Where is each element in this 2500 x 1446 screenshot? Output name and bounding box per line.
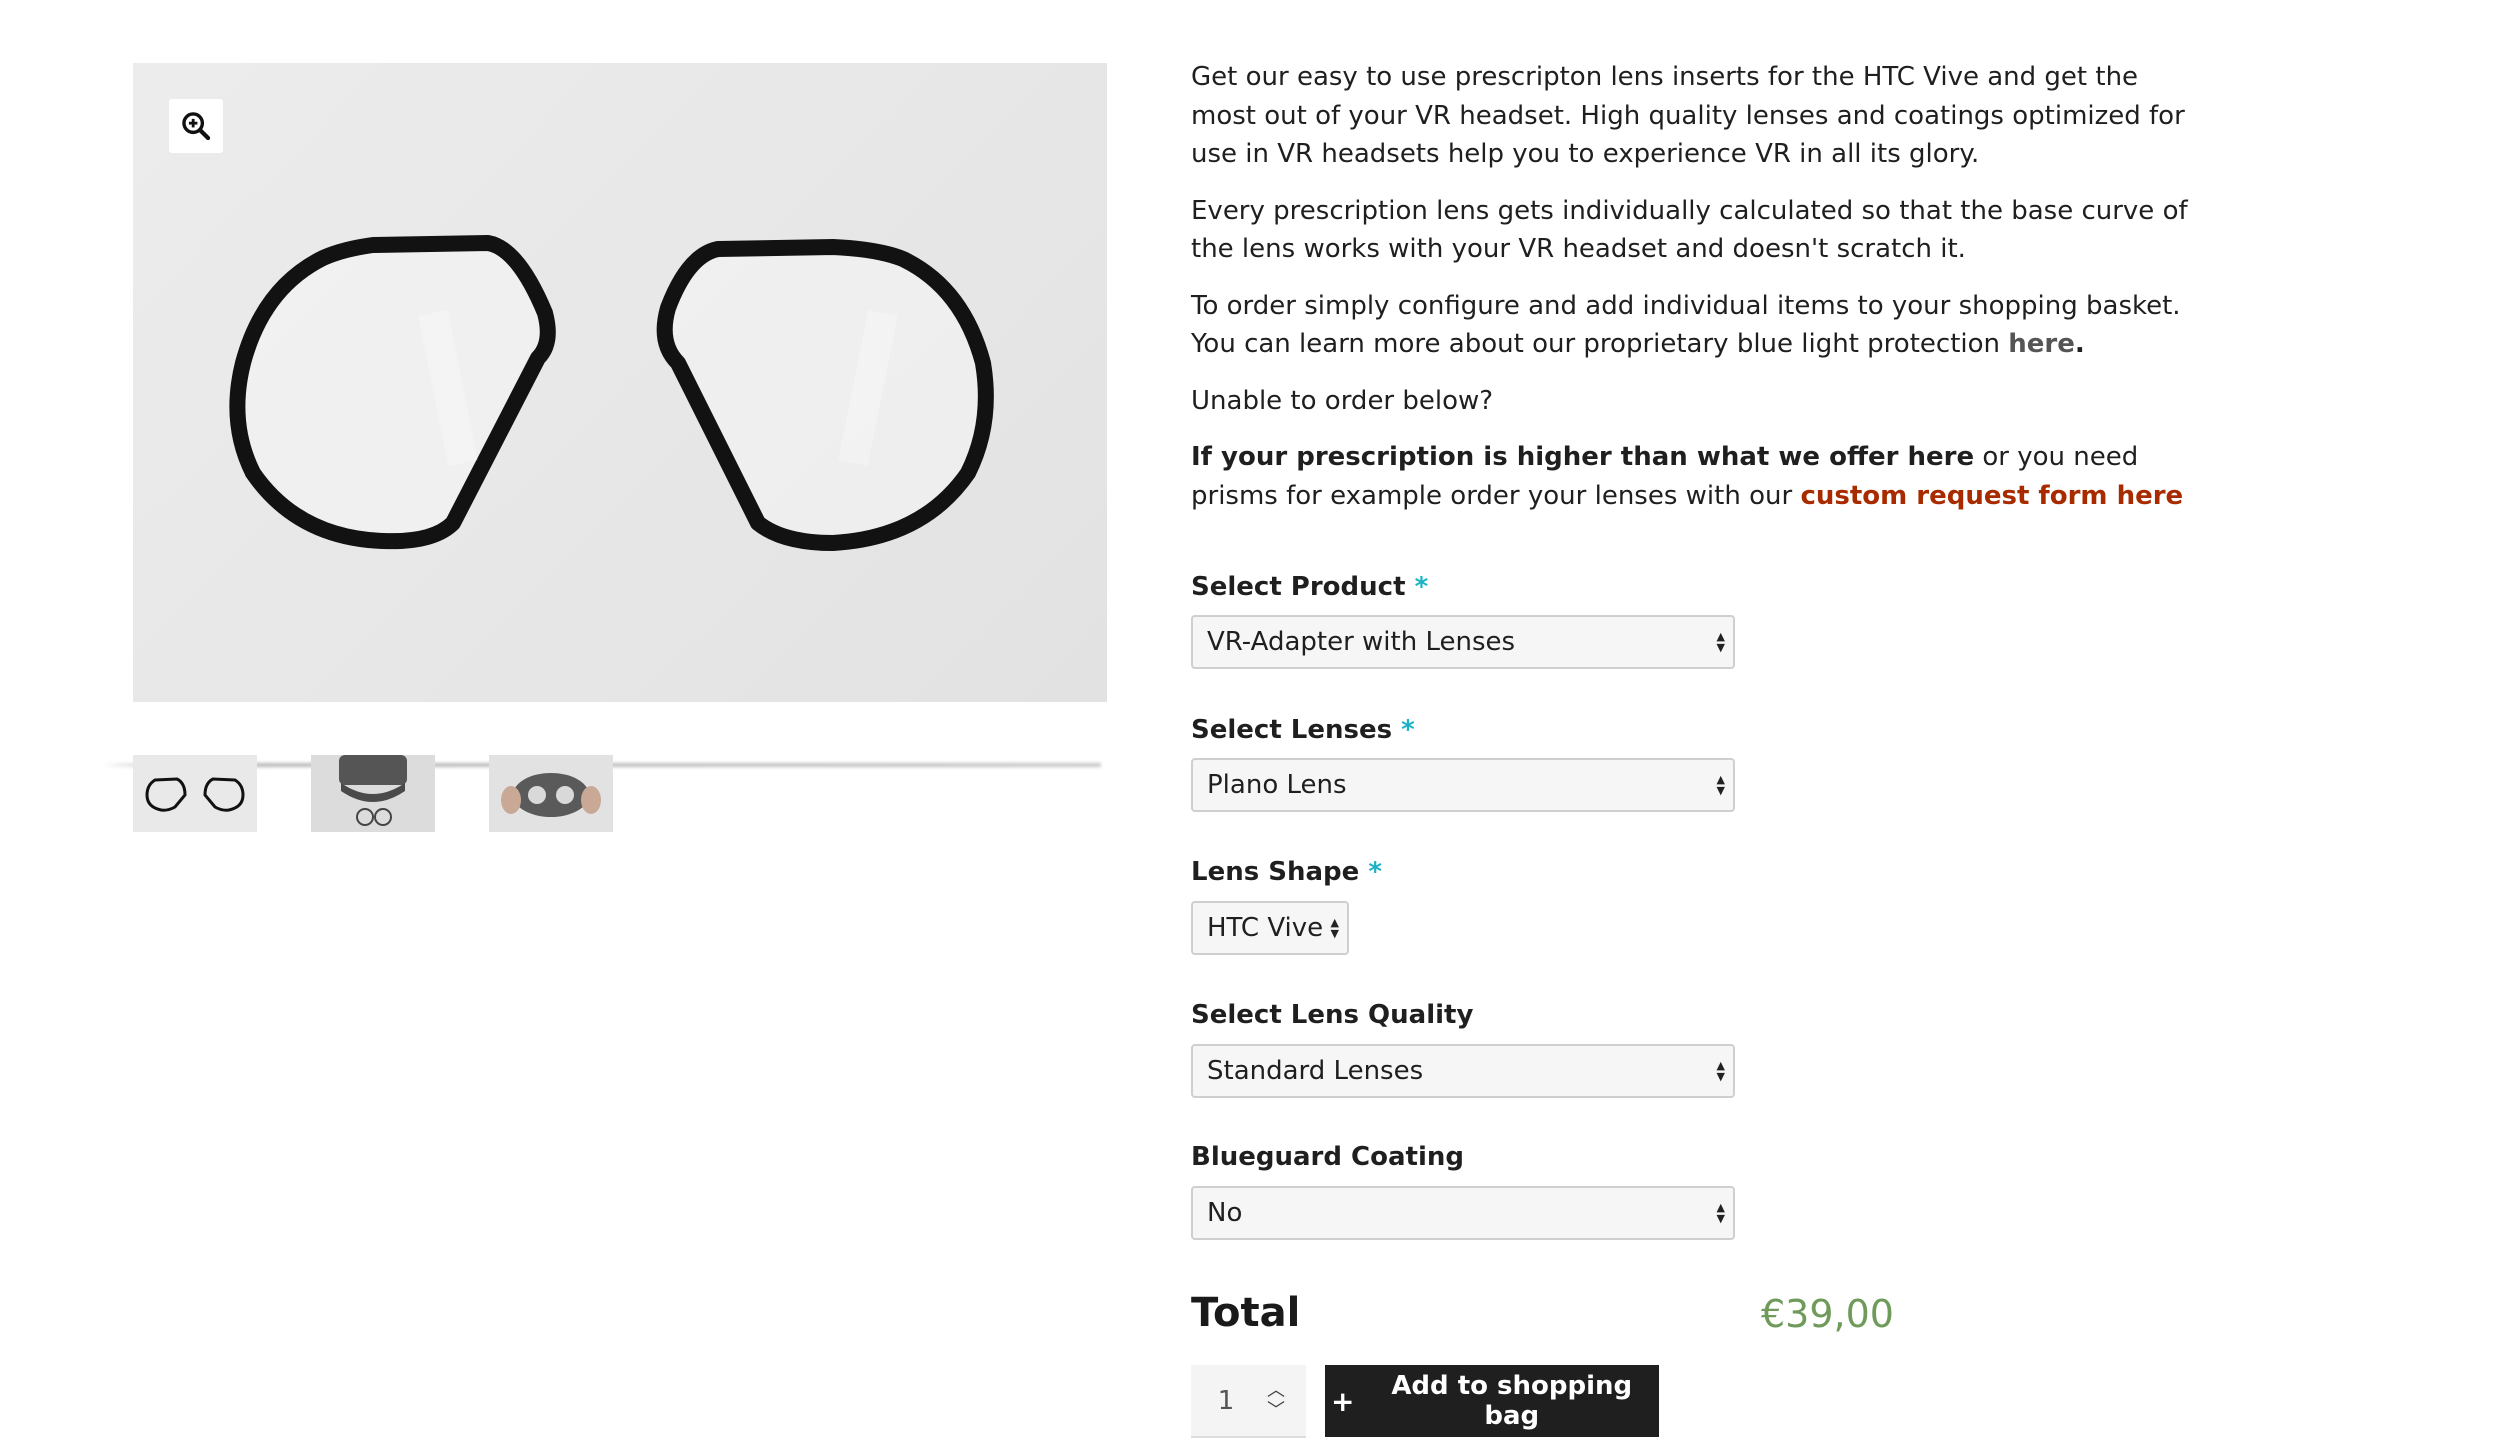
thumbnail-lens-inserts[interactable]: [133, 755, 257, 832]
select-product-label: Select Product *: [1191, 572, 1428, 602]
add-to-bag-button[interactable]: + Add to shopping bag: [1325, 1365, 1659, 1437]
thumbnail-headset-with-lenses[interactable]: [311, 755, 435, 832]
higher-prescription-note: If your prescription is higher than what…: [1191, 442, 1975, 472]
quantity-value[interactable]: 1: [1191, 1386, 1261, 1416]
description-paragraph-1: Get our easy to use prescripton lens ins…: [1191, 62, 2185, 169]
blueguard-dropdown[interactable]: No ▲ ▼: [1191, 1186, 1735, 1240]
select-arrows-icon: ▲ ▼: [1330, 916, 1339, 940]
select-arrows-icon: ▲ ▼: [1716, 630, 1725, 654]
select-lenses-label: Select Lenses *: [1191, 715, 1415, 745]
description-paragraph-3-end: .: [2074, 329, 2085, 359]
select-arrows-icon: ▲ ▼: [1716, 773, 1725, 797]
lens-quality-value: Standard Lenses: [1207, 1056, 1424, 1086]
product-gallery: [101, 63, 1107, 832]
chevron-up-icon[interactable]: ︿: [1267, 1380, 1285, 1401]
total-price: €39,00: [1761, 1292, 1894, 1336]
lens-quality-dropdown[interactable]: Standard Lenses ▲ ▼: [1191, 1044, 1735, 1098]
custom-request-link[interactable]: custom request form here: [1800, 481, 2183, 511]
blueguard-label-text: Blueguard Coating: [1191, 1142, 1464, 1172]
add-to-bag-label: Add to shopping bag: [1391, 1371, 1633, 1431]
select-product-label-text: Select Product: [1191, 572, 1406, 602]
lens-shape-label: Lens Shape *: [1191, 857, 1382, 887]
select-product-value: VR-Adapter with Lenses: [1207, 627, 1516, 657]
chevron-down-icon[interactable]: ﹀: [1267, 1400, 1285, 1421]
required-marker: *: [1414, 572, 1429, 602]
plus-icon: +: [1331, 1384, 1355, 1418]
blueguard-value: No: [1207, 1198, 1243, 1228]
thumbnail-strip: [133, 755, 667, 832]
lens-quality-label: Select Lens Quality: [1191, 1000, 1473, 1030]
lens-shape-value: HTC Vive: [1207, 913, 1324, 943]
zoom-button[interactable]: [169, 99, 223, 153]
description-paragraph-3: To order simply configure and add indivi…: [1191, 287, 2211, 364]
description-paragraph-2: Every prescription lens gets individuall…: [1191, 195, 2188, 265]
description-paragraph-5: If your prescription is higher than what…: [1191, 438, 2211, 515]
description-paragraph-4: Unable to order below?: [1191, 385, 1494, 416]
select-arrows-icon: ▲ ▼: [1716, 1059, 1725, 1083]
select-arrows-icon: ▲ ▼: [1716, 1201, 1725, 1225]
quantity-arrows: ︿ ﹀: [1261, 1380, 1291, 1421]
select-product-dropdown[interactable]: VR-Adapter with Lenses ▲ ▼: [1191, 615, 1735, 669]
lens-quality-label-text: Select Lens Quality: [1191, 1000, 1474, 1030]
lens-inserts-image: [229, 235, 994, 551]
lens-shape-dropdown[interactable]: HTC Vive ▲ ▼: [1191, 901, 1349, 955]
magnifier-plus-icon: [182, 112, 211, 141]
lens-shape-label-text: Lens Shape: [1191, 857, 1360, 887]
total-label: Total: [1191, 1290, 1301, 1336]
thumbnail-headset-in-hand[interactable]: [489, 755, 613, 832]
select-lenses-label-text: Select Lenses: [1191, 715, 1393, 745]
blue-light-link[interactable]: here: [2008, 329, 2075, 359]
main-product-image[interactable]: [133, 63, 1107, 702]
quantity-stepper[interactable]: 1 ︿ ﹀: [1191, 1365, 1306, 1438]
select-lenses-value: Plano Lens: [1207, 770, 1347, 800]
product-description: Get our easy to use prescripton lens ins…: [1191, 58, 2211, 533]
required-marker: *: [1401, 715, 1415, 745]
select-lenses-dropdown[interactable]: Plano Lens ▲ ▼: [1191, 758, 1735, 812]
blueguard-label: Blueguard Coating: [1191, 1142, 1464, 1172]
required-marker: *: [1368, 857, 1382, 887]
